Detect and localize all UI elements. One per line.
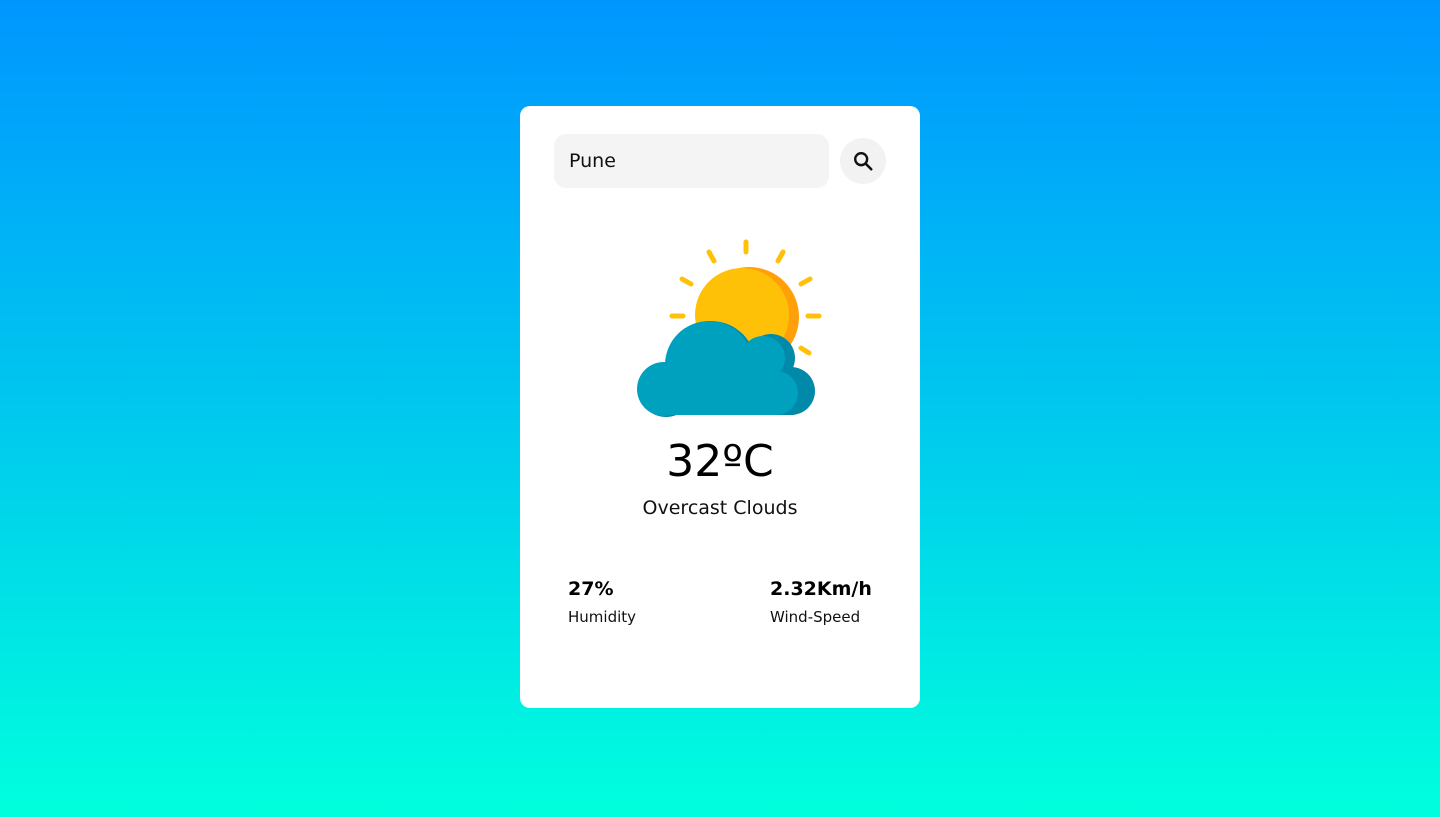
city-search-input[interactable]	[554, 134, 829, 188]
partly-cloudy-icon	[637, 239, 822, 417]
search-button[interactable]	[840, 138, 886, 184]
humidity-label: Humidity	[568, 608, 637, 626]
wind-speed-value: 2.32Km/h	[770, 578, 872, 600]
weather-description: Overcast Clouds	[642, 497, 798, 519]
search-icon	[854, 152, 873, 171]
humidity-value: 27%	[568, 578, 614, 600]
wind-speed-label: Wind-Speed	[770, 608, 861, 626]
weather-card: 32ºC Overcast Clouds 27% Humidity 2.32Km…	[520, 106, 920, 708]
temperature: 32ºC	[666, 436, 774, 487]
